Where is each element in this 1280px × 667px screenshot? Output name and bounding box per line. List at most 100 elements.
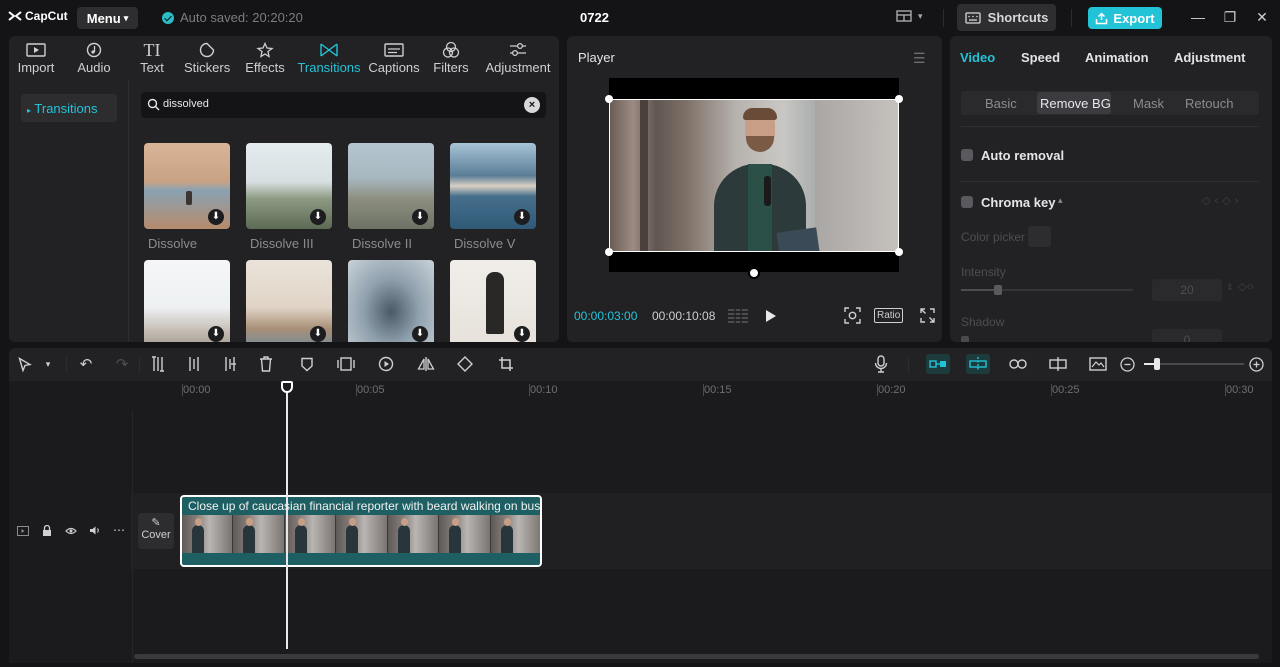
mirror-icon[interactable] [417,356,435,372]
more-options-icon[interactable]: ⋯ [113,523,125,537]
download-icon[interactable]: ⬇ [310,326,326,342]
download-icon[interactable]: ⬇ [412,209,428,225]
layout-button[interactable]: ▾ [896,10,923,22]
grid-view-icon[interactable] [727,308,749,324]
tab-filters[interactable]: Filters [431,40,471,75]
color-picker-swatch[interactable] [1028,226,1051,247]
volume-icon[interactable] [89,525,101,536]
download-icon[interactable]: ⬇ [412,326,428,342]
tab-transitions[interactable]: Transitions [297,40,361,75]
tab-effects[interactable]: Effects [243,40,287,75]
crop-icon[interactable] [498,356,514,372]
screenshot-icon[interactable] [844,307,861,324]
shadow-input[interactable]: 0 [1152,329,1222,342]
timeline-scrollbar[interactable] [134,654,1259,659]
zoom-in-icon[interactable] [1249,357,1264,372]
rotate-icon[interactable] [457,356,473,372]
transition-thumbnail[interactable]: ⬇ [246,143,332,229]
intensity-slider-thumb[interactable] [994,285,1002,295]
resize-handle[interactable] [895,95,903,103]
ratio-button[interactable]: Ratio [874,308,904,323]
chevron-up-icon[interactable]: ▴ [1058,195,1063,206]
clear-search-icon[interactable]: × [524,97,540,113]
close-icon[interactable]: ✕ [1253,9,1271,26]
tab-text[interactable]: TI Text [137,40,167,76]
auto-snap-button[interactable] [966,354,990,374]
tab-speed[interactable]: Speed [1021,50,1060,65]
restore-icon[interactable]: ❐ [1221,9,1239,26]
transition-thumbnail[interactable]: ⬇ [450,143,536,229]
download-icon[interactable]: ⬇ [310,209,326,225]
transition-thumbnail[interactable]: ⬇ [348,260,434,342]
tab-animation[interactable]: Animation [1085,50,1149,65]
cover-button[interactable]: ✎ Cover [138,513,174,549]
chroma-key-checkbox[interactable] [961,196,973,208]
shadow-slider-thumb[interactable] [961,336,969,342]
lock-icon[interactable] [42,525,52,537]
chevron-down-icon[interactable]: ▾ [39,356,57,373]
download-icon[interactable]: ⬇ [514,326,530,342]
freeze-frame-icon[interactable] [337,357,355,371]
tab-stickers[interactable]: Stickers [184,40,230,75]
export-button[interactable]: Export [1088,7,1162,29]
marker-icon[interactable] [300,357,314,372]
shortcuts-button[interactable]: Shortcuts [957,4,1056,31]
project-title[interactable]: 0722 [580,10,609,25]
tab-adjustment[interactable]: Adjustment [483,40,553,75]
tab-import[interactable]: Import [15,40,57,75]
playhead[interactable] [286,381,288,649]
tab-captions[interactable]: Captions [367,40,421,75]
transition-thumbnail[interactable]: ⬇ [144,143,230,229]
stepper-icon[interactable]: ⇕ [1226,282,1234,293]
eye-icon[interactable] [65,527,77,535]
intensity-input[interactable]: 20 [1152,279,1222,301]
sidebar-item-transitions[interactable]: ▸ Transitions [21,94,117,122]
zoom-out-icon[interactable] [1120,357,1135,372]
hamburger-menu-icon[interactable]: ☰ [913,50,926,67]
redo-icon[interactable]: ↷ [113,356,131,373]
delete-icon[interactable] [259,356,273,372]
video-clip[interactable]: Close up of caucasian financial reporter… [180,495,542,567]
magnet-snap-button[interactable] [926,354,950,374]
rotate-handle[interactable] [748,267,760,279]
fullscreen-icon[interactable] [920,308,935,323]
resize-handle[interactable] [895,248,903,256]
undo-icon[interactable]: ↶ [77,356,95,373]
transition-thumbnail[interactable]: ⬇ [450,260,536,342]
microphone-icon[interactable] [874,355,888,373]
subtab-basic[interactable]: Basic [985,96,1017,111]
tab-video[interactable]: Video [960,50,995,65]
split-icon[interactable] [151,356,165,372]
split-right-icon[interactable] [223,356,237,372]
subtab-remove-bg[interactable]: Remove BG [1040,96,1111,111]
search-bar[interactable]: dissolved × [141,92,546,118]
transition-thumbnail[interactable]: ⬇ [144,260,230,342]
split-left-icon[interactable] [187,356,201,372]
resize-handle[interactable] [605,95,613,103]
playhead-handle[interactable] [281,381,293,393]
zoom-slider-thumb[interactable] [1154,358,1160,370]
download-icon[interactable]: ⬇ [514,209,530,225]
auto-removal-checkbox[interactable] [961,149,973,161]
tab-audio[interactable]: Audio [75,40,113,75]
link-icon[interactable] [1009,359,1027,369]
preview-axis-icon[interactable] [1049,356,1067,372]
menu-button[interactable]: Menu ▾ [77,7,138,29]
download-icon[interactable]: ⬇ [208,209,224,225]
subtab-retouch[interactable]: Retouch [1185,96,1233,111]
video-frame[interactable] [609,99,899,252]
player-canvas[interactable] [605,78,903,279]
subtab-mask[interactable]: Mask [1133,96,1164,111]
minimize-icon[interactable]: — [1189,9,1207,25]
download-icon[interactable]: ⬇ [208,326,224,342]
tab-adjustment[interactable]: Adjustment [1174,50,1246,65]
tab-label: Effects [245,60,285,75]
resize-handle[interactable] [605,248,613,256]
transition-thumbnail[interactable]: ⬇ [246,260,332,342]
play-icon[interactable] [765,309,777,323]
search-input[interactable]: dissolved [163,98,209,110]
reverse-play-icon[interactable] [378,356,394,372]
thumbnail-view-icon[interactable] [1089,357,1107,371]
select-cursor-icon[interactable] [18,357,32,372]
transition-thumbnail[interactable]: ⬇ [348,143,434,229]
